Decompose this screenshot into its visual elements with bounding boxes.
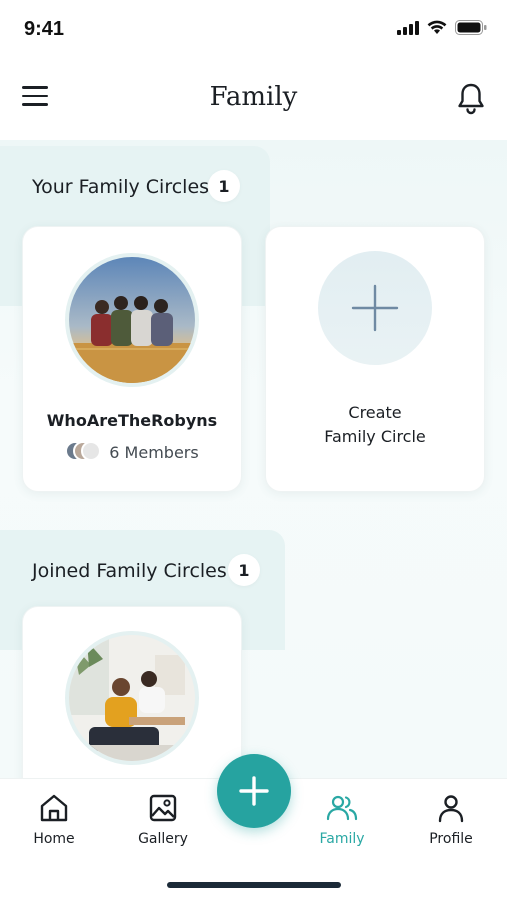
- status-time: 9:41: [24, 18, 65, 40]
- nav-profile[interactable]: Profile: [406, 791, 496, 847]
- nav-gallery-label: Gallery: [138, 831, 188, 847]
- create-circle-card[interactable]: Create Family Circle: [265, 226, 485, 492]
- joined-circles-count: 1: [228, 554, 260, 586]
- family-icon: [326, 795, 358, 821]
- battery-icon: [455, 20, 487, 35]
- circle-photo: [69, 257, 195, 383]
- joined-circle-photo: [69, 635, 195, 761]
- members-count: 6 Members: [109, 442, 199, 462]
- bell-icon: [458, 83, 484, 115]
- nav-home-label: Home: [33, 831, 75, 847]
- your-circles-title: Your Family Circles: [32, 176, 210, 198]
- create-circle-label-line1: Create: [348, 403, 402, 422]
- create-circle-label-line2: Family Circle: [324, 427, 426, 446]
- notifications-button[interactable]: [455, 82, 487, 116]
- wifi-icon: [427, 20, 447, 34]
- circle-avatar: [65, 253, 199, 387]
- signal-icon: [397, 20, 419, 35]
- members-row: 6 Members: [23, 441, 241, 463]
- nav-family-label: Family: [319, 831, 365, 847]
- create-circle-plus: [318, 251, 432, 365]
- app-header: Family: [0, 72, 507, 128]
- status-icons: [397, 20, 487, 35]
- member-avatar: [81, 441, 102, 461]
- plus-icon: [351, 284, 399, 332]
- joined-circle-card[interactable]: [22, 606, 242, 806]
- nav-gallery[interactable]: Gallery: [118, 791, 208, 847]
- joined-circles-title: Joined Family Circles: [32, 560, 227, 582]
- nav-family[interactable]: Family: [297, 791, 387, 847]
- nav-home[interactable]: Home: [9, 791, 99, 847]
- joined-circle-avatar: [65, 631, 199, 765]
- your-circles-count: 1: [208, 170, 240, 202]
- page-title: Family: [209, 82, 298, 112]
- home-indicator: [167, 882, 341, 888]
- profile-icon: [438, 795, 464, 823]
- circle-name: WhoAreTheRobyns: [46, 411, 218, 430]
- member-avatars: [65, 441, 102, 463]
- family-circle-card[interactable]: WhoAreTheRobyns 6 Members: [22, 226, 242, 492]
- plus-icon: [239, 776, 269, 806]
- nav-profile-label: Profile: [429, 831, 473, 847]
- gallery-icon: [149, 794, 177, 822]
- home-icon: [40, 794, 68, 822]
- status-bar: 9:41: [0, 0, 507, 60]
- add-button[interactable]: [217, 754, 291, 828]
- create-circle-label: Create Family Circle: [266, 401, 484, 449]
